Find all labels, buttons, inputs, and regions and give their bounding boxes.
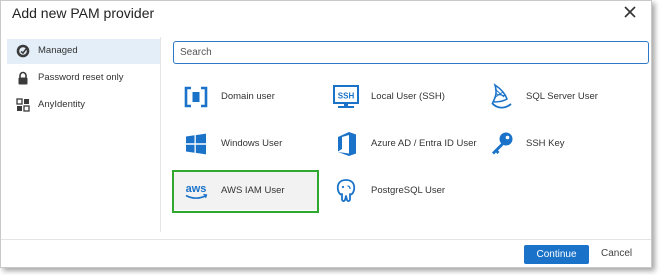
managed-icon [16,44,30,58]
sidebar-item-managed[interactable]: Managed [7,39,160,64]
dialog-header: Add new PAM provider [1,1,651,29]
close-icon[interactable] [621,3,639,21]
provider-category-sidebar: Managed Password reset only AnyIdentity [5,37,161,232]
provider-azure-ad-entra-id-user[interactable]: Azure AD / Entra ID User [324,125,477,163]
provider-label: SSH Key [526,138,565,149]
provider-label: Azure AD / Entra ID User [371,138,477,149]
sidebar-item-password-reset-only[interactable]: Password reset only [7,66,160,91]
dialog-footer: Continue Cancel [1,239,651,268]
provider-label: Windows User [221,138,283,149]
ssh-terminal-icon: SSH [333,85,359,108]
provider-windows-user[interactable]: Windows User [174,125,319,163]
grid-icon [16,98,30,112]
provider-label: AWS IAM User [221,185,285,196]
provider-label: PostgreSQL User [371,185,446,196]
provider-postgresql-user[interactable]: PostgreSQL User [324,172,469,210]
sidebar-item-label: AnyIdentity [38,99,85,110]
provider-label: Local User (SSH) [371,91,445,102]
provider-domain-user[interactable]: Domain user [174,78,319,116]
sidebar-item-label: Managed [38,45,78,56]
search-input[interactable] [174,42,648,63]
cancel-button[interactable]: Cancel [601,248,632,259]
lock-icon [18,71,28,85]
provider-aws-iam-user[interactable]: aws AWS IAM User [174,172,319,210]
continue-button[interactable]: Continue [524,245,589,264]
aws-logo-icon: aws [185,183,208,199]
provider-label: SQL Server User [526,91,598,102]
sidebar-item-anyidentity[interactable]: AnyIdentity [7,93,160,118]
svg-text:SSH: SSH [338,92,355,101]
sql-server-icon [491,83,512,109]
provider-local-user-ssh[interactable]: SSH Local User (SSH) [324,78,469,116]
provider-label: Domain user [221,91,275,102]
svg-text:aws: aws [186,183,207,195]
sidebar-item-label: Password reset only [38,72,124,83]
provider-sql-server-user[interactable]: SQL Server User [479,78,624,116]
domain-user-icon [184,86,208,108]
windows-logo-icon [186,133,206,155]
provider-ssh-key[interactable]: SSH Key [479,125,624,163]
add-pam-provider-dialog: Add new PAM provider Managed Password re… [0,0,652,268]
office-logo-icon [338,132,356,156]
search-field [173,41,649,64]
postgresql-icon [336,179,356,202]
dialog-title: Add new PAM provider [12,5,155,21]
ssh-key-icon [492,132,513,155]
